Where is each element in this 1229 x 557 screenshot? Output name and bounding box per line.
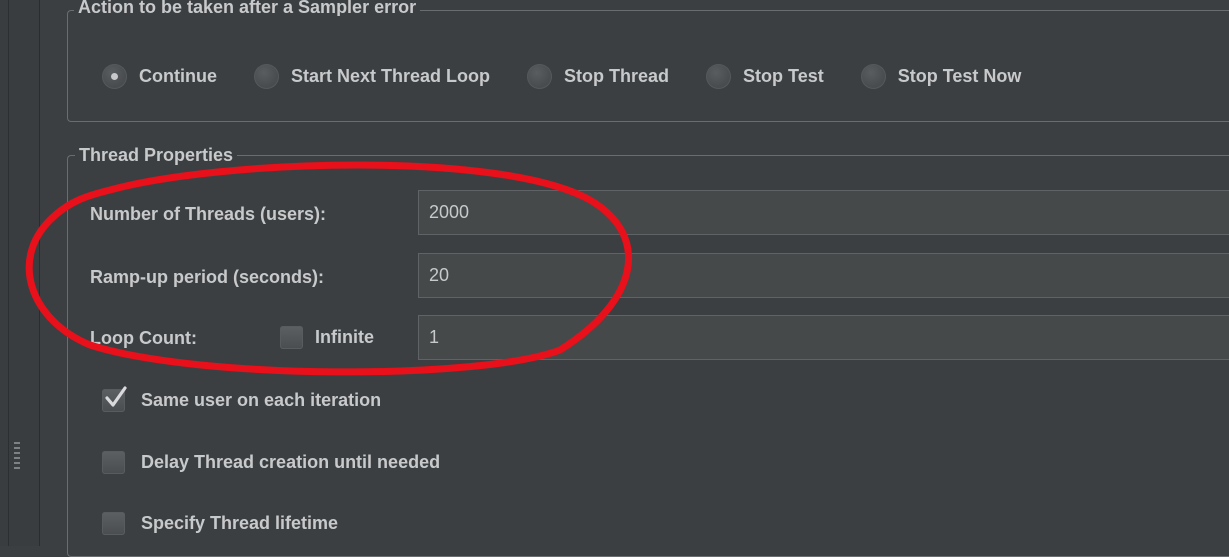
specify-lifetime-checkbox[interactable] xyxy=(102,512,125,535)
checkmark-icon xyxy=(105,386,127,407)
left-gutter xyxy=(0,0,8,546)
delay-creation-label: Delay Thread creation until needed xyxy=(141,452,441,472)
specify-lifetime-checkbox-row[interactable]: Specify Thread lifetime xyxy=(102,512,338,535)
radio-unselected-icon[interactable] xyxy=(254,64,279,89)
infinite-checkbox[interactable] xyxy=(280,326,303,349)
radio-stop-thread[interactable]: Stop Thread xyxy=(527,64,669,89)
loop-count-label: Loop Count: xyxy=(90,328,197,348)
radio-stop-test-label: Stop Test xyxy=(743,66,824,86)
sampler-error-legend: Action to be taken after a Sampler error xyxy=(74,0,421,16)
thread-group-panel: Action to be taken after a Sampler error… xyxy=(40,0,1229,557)
radio-start-next-thread-loop[interactable]: Start Next Thread Loop xyxy=(254,64,490,89)
radio-unselected-icon[interactable] xyxy=(706,64,732,89)
ramp-up-input[interactable] xyxy=(418,253,1229,298)
num-threads-label: Number of Threads (users): xyxy=(90,204,327,224)
same-user-checkbox-row[interactable]: Same user on each iteration xyxy=(102,386,382,412)
delay-creation-checkbox[interactable] xyxy=(102,451,125,474)
radio-selected-icon[interactable] xyxy=(102,64,127,89)
radio-stop-test[interactable]: Stop Test xyxy=(706,64,824,89)
same-user-checkbox[interactable] xyxy=(102,386,127,412)
radio-continue[interactable]: Continue xyxy=(102,64,217,89)
radio-unselected-icon[interactable] xyxy=(860,64,886,89)
radio-stop-thread-label: Stop Thread xyxy=(564,66,670,86)
infinite-checkbox-row[interactable]: Infinite xyxy=(280,326,374,349)
specify-lifetime-label: Specify Thread lifetime xyxy=(141,513,339,533)
num-threads-input[interactable] xyxy=(418,190,1229,235)
radio-unselected-icon[interactable] xyxy=(527,64,553,89)
ramp-up-label: Ramp-up period (seconds): xyxy=(90,267,325,287)
radio-stop-test-now[interactable]: Stop Test Now xyxy=(860,64,1022,89)
delay-creation-checkbox-row[interactable]: Delay Thread creation until needed xyxy=(102,451,440,474)
tree-panel-edge xyxy=(8,0,40,546)
radio-stop-test-now-label: Stop Test Now xyxy=(897,66,1022,86)
radio-start-next-thread-loop-label: Start Next Thread Loop xyxy=(291,66,491,86)
sampler-error-radio-group: Continue Start Next Thread Loop Stop Thr… xyxy=(102,64,1048,89)
radio-continue-label: Continue xyxy=(139,66,217,86)
same-user-label: Same user on each iteration xyxy=(141,390,382,410)
split-pane-grip-icon[interactable] xyxy=(14,442,20,472)
thread-properties-legend: Thread Properties xyxy=(75,145,238,165)
infinite-label: Infinite xyxy=(315,327,374,347)
loop-count-input[interactable] xyxy=(418,315,1229,360)
